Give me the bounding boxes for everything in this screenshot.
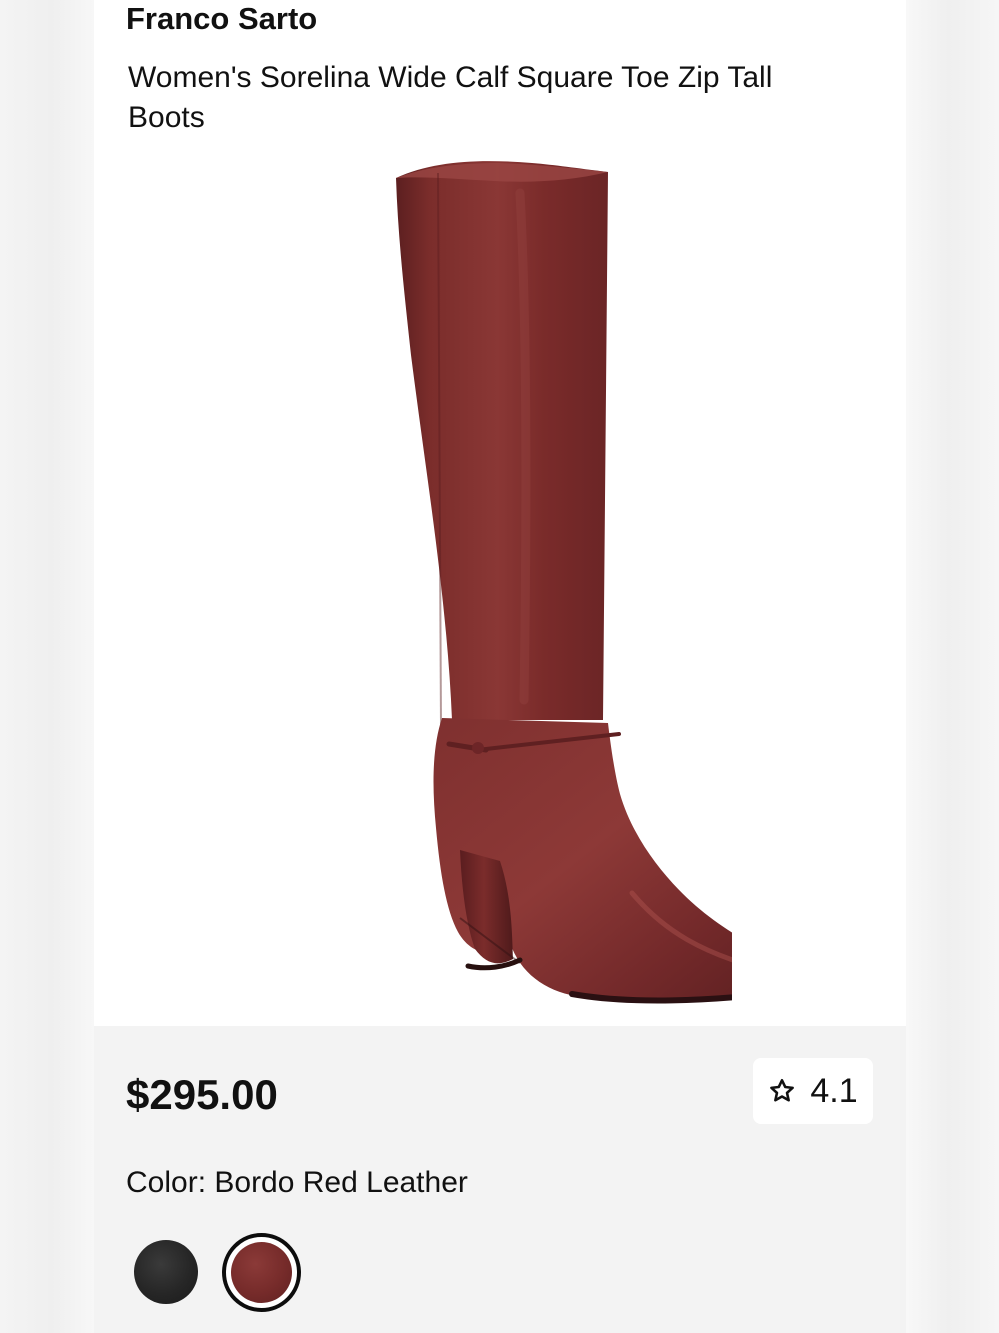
right-shadow-edge [906,0,999,1333]
rating-value: 4.1 [810,1072,858,1110]
selected-color-name: Bordo Red Leather [214,1166,468,1199]
left-shadow-edge [0,0,94,1333]
product-card: Franco Sarto Women's Sorelina Wide Calf … [94,0,906,1333]
product-title: Women's Sorelina Wide Calf Square Toe Zi… [128,61,773,134]
color-label: Color: [126,1166,207,1199]
product-price: $295.00 [126,1071,278,1118]
rating-badge[interactable]: 4.1 [753,1058,873,1124]
product-image-area: Franco Sarto Women's Sorelina Wide Calf … [94,0,906,1026]
product-page: Franco Sarto Women's Sorelina Wide Calf … [0,0,999,1333]
star-outline-icon [770,1078,795,1102]
brand-name[interactable]: Franco Sarto [126,0,317,38]
product-image[interactable] [272,148,732,1008]
selected-color-line: Color: Bordo Red Leather [126,1164,468,1202]
color-swatch-bordo-red-selected[interactable] [222,1233,301,1312]
color-swatch-bordo-red-fill [231,1242,292,1303]
boot-illustration [396,161,732,1004]
color-swatch-black[interactable] [134,1240,198,1304]
